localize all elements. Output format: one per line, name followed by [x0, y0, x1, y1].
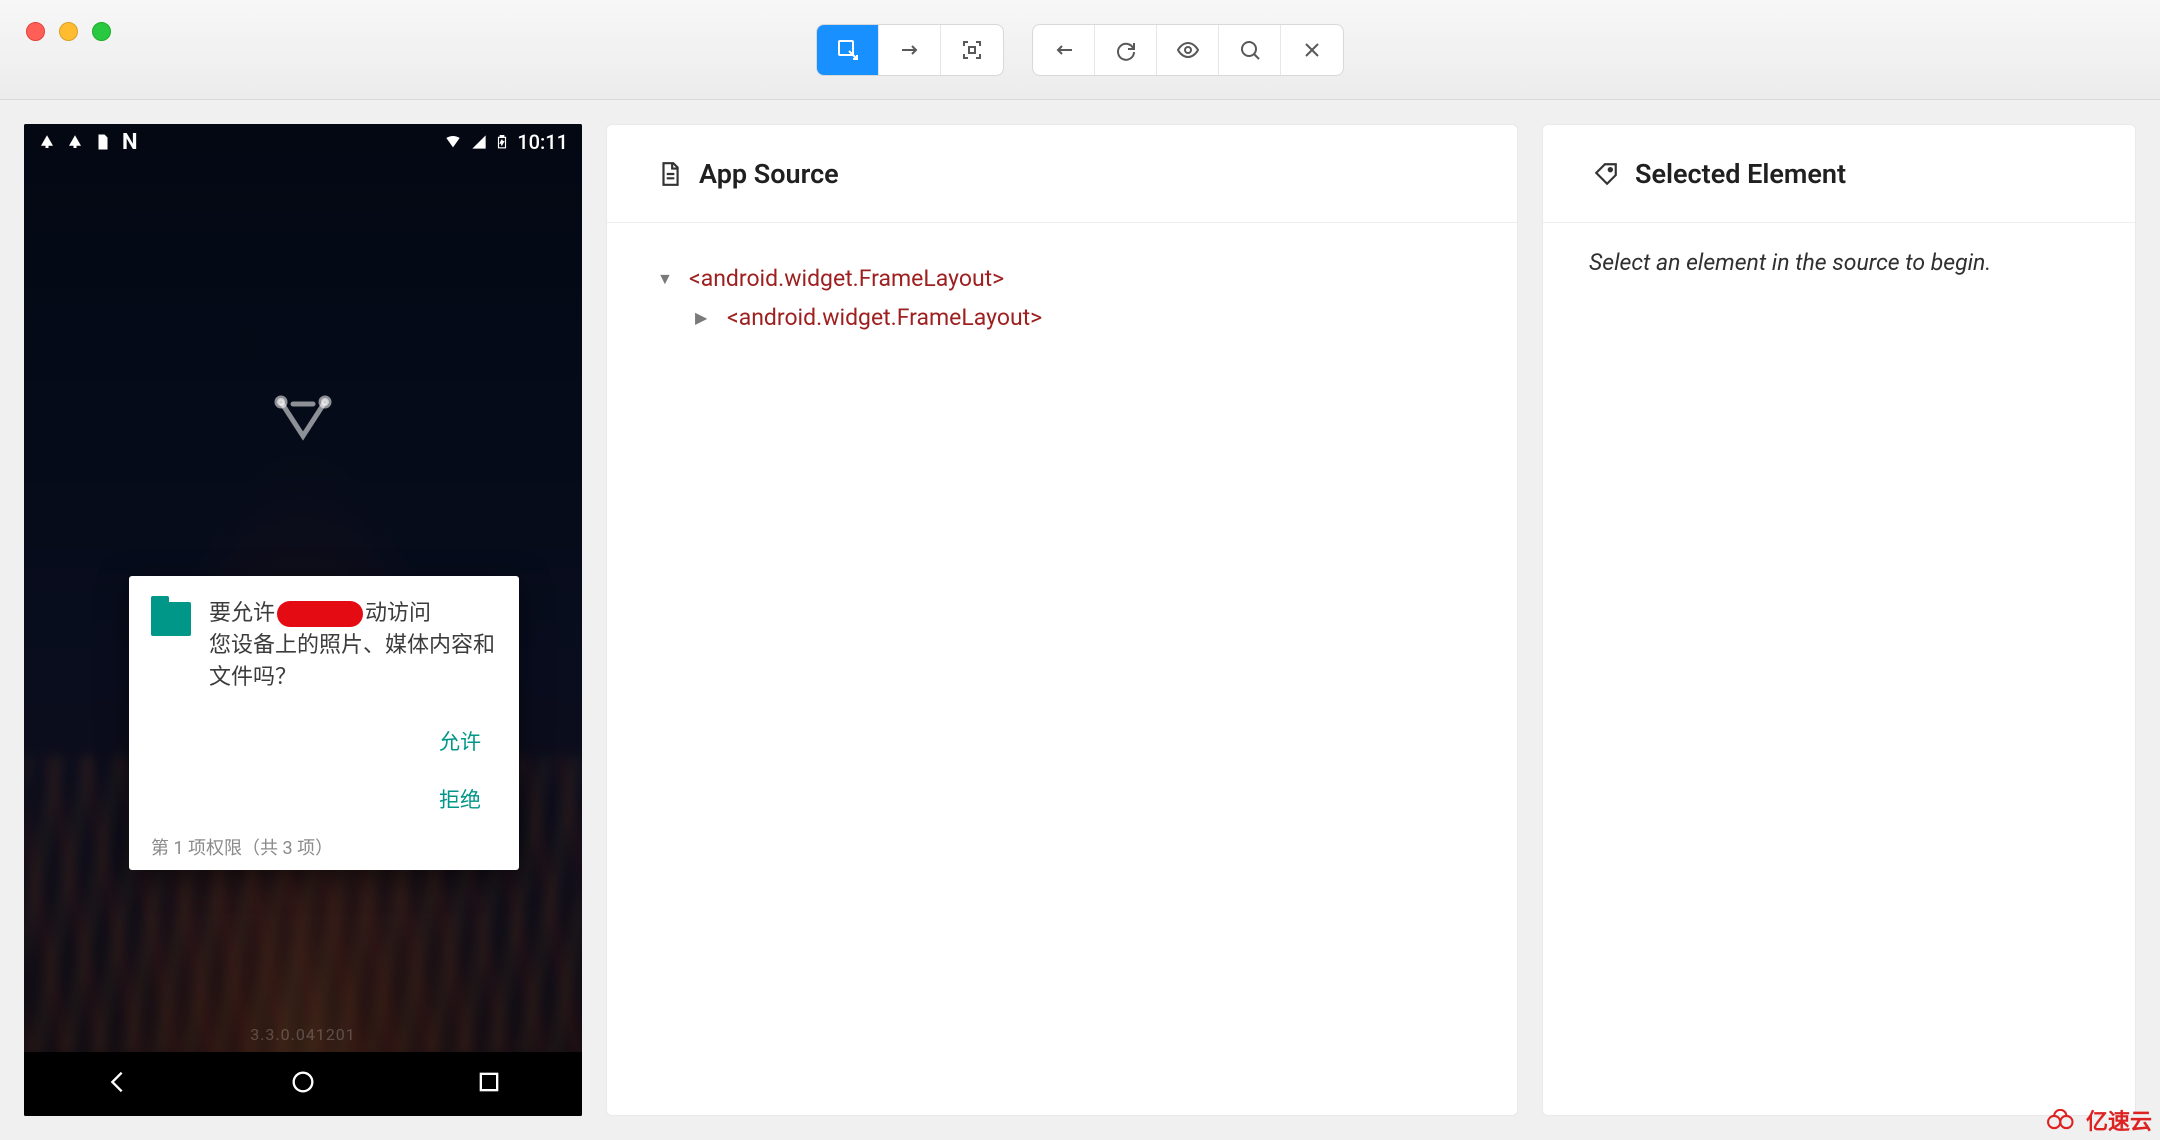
close-window-button[interactable]: [26, 22, 45, 41]
swipe-button[interactable]: [879, 25, 941, 75]
selected-element-hint: Select an element in the source to begin…: [1543, 223, 2135, 302]
tree-node-label[interactable]: <android.widget.FrameLayout>: [689, 265, 1004, 292]
source-tree: ▼ <android.widget.FrameLayout> ▶ <androi…: [607, 223, 1517, 373]
tree-node-root[interactable]: ▼ <android.widget.FrameLayout>: [657, 259, 1467, 298]
deny-button[interactable]: 拒绝: [423, 770, 497, 828]
quit-button[interactable]: [1281, 25, 1343, 75]
permission-dialog: 要允许 动访问 您设备上的照片、媒体内容和文件吗？ 允许 拒绝 第 1 项权限（共…: [129, 576, 519, 870]
device-screenshot[interactable]: N 10:11 要允许动访问 您设备上的照片、媒体内容: [24, 124, 582, 1116]
signal-icon: [471, 134, 487, 150]
refresh-button[interactable]: [1095, 25, 1157, 75]
battery-icon: [495, 132, 509, 152]
close-icon: [1300, 38, 1324, 62]
notification-icon: [66, 133, 84, 151]
folder-icon: [151, 602, 191, 636]
window-controls: [26, 22, 111, 41]
nav-back-button[interactable]: [103, 1068, 131, 1100]
search-button[interactable]: [1219, 25, 1281, 75]
app-source-panel: App Source ▼ <android.widget.FrameLayout…: [606, 124, 1518, 1116]
wifi-icon: [443, 134, 463, 150]
selected-element-panel: Selected Element Select an element in th…: [1542, 124, 2136, 1116]
redacted-app-name: [277, 601, 363, 627]
tag-icon: [1593, 161, 1619, 187]
content-area: N 10:11 要允许动访问 您设备上的照片、媒体内容: [0, 100, 2160, 1140]
app-source-title: App Source: [699, 158, 839, 190]
android-navbar: [24, 1052, 582, 1116]
titlebar: [0, 0, 2160, 100]
notification-icon: [38, 133, 56, 151]
permission-counter: 第 1 项权限（共 3 项）: [151, 834, 497, 860]
statusbar-time: 10:11: [517, 130, 568, 154]
refresh-icon: [1114, 38, 1138, 62]
toolbar: [816, 24, 1344, 76]
file-icon: [657, 161, 683, 187]
brand-icon: [2046, 1109, 2080, 1131]
brand-text: 亿速云: [2086, 1104, 2152, 1136]
arrow-right-icon: [898, 38, 922, 62]
toolbar-group-inspect: [816, 24, 1004, 76]
screenshot-button[interactable]: [941, 25, 1003, 75]
record-toggle-button[interactable]: [1157, 25, 1219, 75]
tree-node-child[interactable]: ▶ <android.widget.FrameLayout>: [695, 298, 1467, 337]
nav-home-button[interactable]: [289, 1068, 317, 1100]
search-icon: [1238, 38, 1262, 62]
nav-recents-button[interactable]: [475, 1068, 503, 1100]
allow-button[interactable]: 允许: [423, 712, 497, 770]
sdcard-icon: [94, 132, 112, 152]
watermark-brand: 亿速云: [2046, 1104, 2152, 1136]
dialog-text-mid: 动访问: [365, 601, 431, 626]
selected-element-header: Selected Element: [1543, 125, 2135, 223]
app-source-header: App Source: [607, 125, 1517, 223]
dialog-text-line2: 您设备上的照片、媒体内容和文件吗？: [209, 633, 495, 690]
minimize-window-button[interactable]: [59, 22, 78, 41]
arrow-left-icon: [1052, 38, 1076, 62]
caret-right-icon[interactable]: ▶: [695, 308, 713, 327]
toolbar-group-session: [1032, 24, 1344, 76]
zoom-window-button[interactable]: [92, 22, 111, 41]
tree-node-label[interactable]: <android.widget.FrameLayout>: [727, 304, 1042, 331]
select-element-icon: [836, 38, 860, 62]
n-badge-icon: N: [122, 130, 138, 155]
select-element-button[interactable]: [817, 25, 879, 75]
permission-dialog-text: 要允许 动访问 您设备上的照片、媒体内容和文件吗？: [209, 598, 497, 694]
back-button[interactable]: [1033, 25, 1095, 75]
caret-down-icon[interactable]: ▼: [657, 269, 675, 289]
version-watermark: 3.3.0.041201: [250, 1025, 356, 1044]
eye-icon: [1176, 38, 1200, 62]
android-statusbar: N 10:11: [24, 124, 582, 160]
selected-element-title: Selected Element: [1635, 158, 1846, 190]
dialog-text-pre: 要允许: [209, 601, 275, 626]
fullscreen-icon: [960, 38, 984, 62]
app-logo-icon: [273, 394, 333, 448]
